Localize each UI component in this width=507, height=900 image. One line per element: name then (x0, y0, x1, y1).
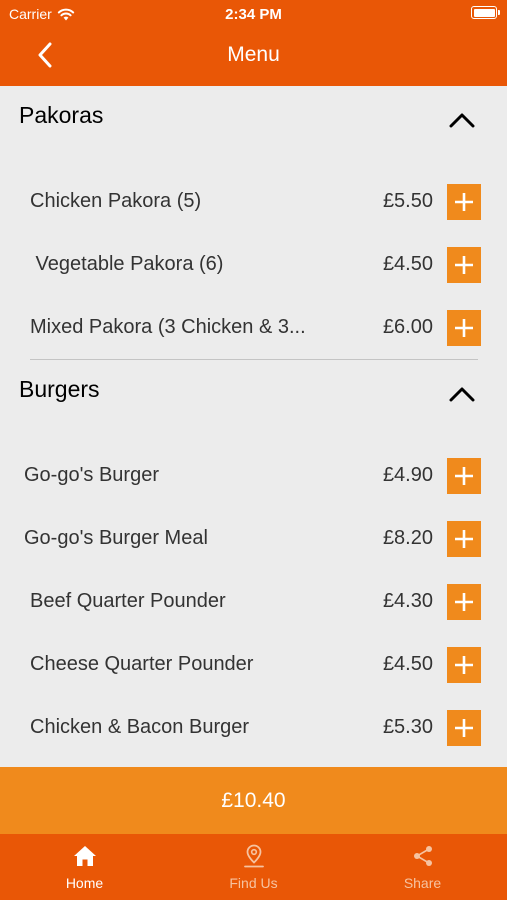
plus-icon (455, 593, 473, 611)
item-name: Go-go's Burger Meal (24, 527, 208, 549)
add-to-cart-button[interactable] (447, 458, 481, 494)
add-to-cart-button[interactable] (447, 184, 481, 220)
tab-label: Share (403, 875, 442, 891)
page-title: Menu (227, 43, 280, 66)
item-name: Mixed Pakora (3 Chicken & 3... (30, 316, 306, 338)
menu-item[interactable]: Vegetable Pakora (6) £4.50 (0, 241, 507, 291)
menu-item[interactable]: Go-go's Burger £4.90 (0, 452, 507, 502)
item-price: £6.00 (382, 316, 433, 338)
tab-bar: Home Find Us Share (0, 834, 507, 900)
add-to-cart-button[interactable] (447, 710, 481, 746)
item-price: £4.90 (382, 464, 433, 486)
add-to-cart-button[interactable] (447, 647, 481, 683)
item-name: Chicken & Bacon Burger (30, 716, 250, 738)
section-title: Pakoras (19, 102, 104, 128)
add-to-cart-button[interactable] (447, 521, 481, 557)
section-title: Burgers (19, 376, 100, 402)
item-name: Vegetable Pakora (6) (30, 253, 224, 275)
status-bar: Carrier 2:34 PM (0, 0, 507, 28)
plus-icon (455, 193, 473, 211)
item-price: £4.50 (382, 653, 433, 675)
section-header-burgers[interactable]: Burgers (0, 360, 507, 420)
add-to-cart-button[interactable] (447, 247, 481, 283)
section-header-pakoras[interactable]: Pakoras (0, 86, 507, 146)
status-time: 2:34 PM (225, 6, 282, 23)
item-price: £4.30 (382, 590, 433, 612)
cart-total-button[interactable]: £10.40 (0, 767, 507, 834)
plus-icon (455, 319, 473, 337)
item-price: £5.50 (382, 190, 433, 212)
menu-list[interactable]: Pakoras Chicken Pakora (5) £5.50 Vegetab… (0, 86, 507, 767)
plus-icon (455, 467, 473, 485)
plus-icon (455, 719, 473, 737)
item-name: Chicken Pakora (5) (30, 190, 202, 212)
home-icon (72, 844, 98, 868)
menu-item[interactable]: Chicken & Bacon Burger £5.30 (0, 704, 507, 754)
tab-label: Home (65, 875, 104, 891)
menu-item[interactable]: Go-go's Burger Meal £8.20 (0, 515, 507, 565)
tab-find-us[interactable]: Find Us (169, 834, 338, 900)
tab-share[interactable]: Share (338, 834, 507, 900)
location-pin-icon (241, 844, 267, 868)
item-name: Go-go's Burger (24, 464, 159, 486)
share-icon (410, 844, 436, 868)
item-price: £4.50 (382, 253, 433, 275)
plus-icon (455, 656, 473, 674)
tab-label: Find Us (229, 875, 278, 891)
battery-icon (471, 6, 500, 19)
item-name: Cheese Quarter Pounder (30, 653, 254, 675)
plus-icon (455, 256, 473, 274)
item-name: Beef Quarter Pounder (30, 590, 226, 612)
item-price: £8.20 (382, 527, 433, 549)
plus-icon (455, 530, 473, 548)
menu-item[interactable]: Chicken Pakora (5) £5.50 (0, 178, 507, 228)
menu-item[interactable]: Mixed Pakora (3 Chicken & 3... £6.00 (0, 304, 507, 354)
add-to-cart-button[interactable] (447, 310, 481, 346)
add-to-cart-button[interactable] (447, 584, 481, 620)
menu-item[interactable]: Cheese Quarter Pounder £4.50 (0, 641, 507, 691)
item-price: £5.30 (382, 716, 433, 738)
tab-home[interactable]: Home (0, 834, 169, 900)
chevron-up-icon[interactable] (446, 110, 478, 130)
header-bar: Carrier 2:34 PM Menu (0, 0, 507, 86)
chevron-up-icon[interactable] (446, 384, 478, 404)
menu-item[interactable]: Beef Quarter Pounder £4.30 (0, 578, 507, 628)
